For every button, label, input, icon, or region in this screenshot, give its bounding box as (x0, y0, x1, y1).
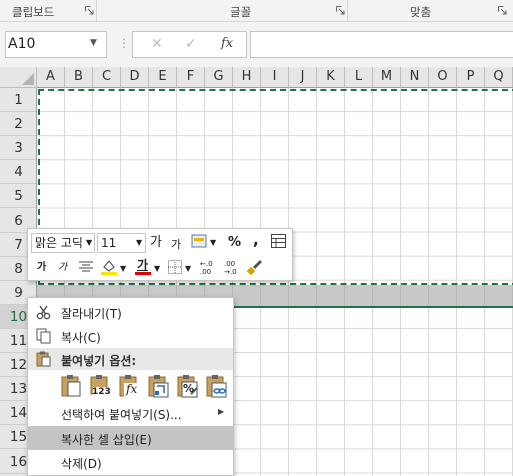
column-header[interactable]: P (457, 67, 485, 87)
paste-values-badge: 123 (92, 387, 111, 397)
paste-options-label: 붙여넣기 옵션: (61, 354, 137, 368)
column-header[interactable]: F (177, 67, 205, 87)
formula-input[interactable] (250, 31, 513, 58)
menu-item-insert-copied-cells[interactable]: 복사한 셀 삽입(E) (28, 426, 233, 450)
font-size-value: 11 (101, 236, 117, 250)
format-table-icon[interactable] (271, 234, 286, 248)
borders-icon[interactable] (168, 260, 182, 274)
paste-values-button[interactable]: 123 (88, 374, 112, 398)
column-header[interactable]: B (65, 67, 93, 87)
column-header[interactable]: M (373, 67, 401, 87)
select-all-triangle-icon (22, 73, 34, 85)
paste-formulas-badge: fx (126, 382, 138, 396)
column-header[interactable]: Q (485, 67, 513, 87)
column-header[interactable]: N (401, 67, 429, 87)
fill-color-icon[interactable] (100, 258, 118, 276)
percent-style-button[interactable]: % (228, 235, 241, 251)
name-box-value: A10 (8, 36, 36, 52)
submenu-arrow-icon: ▶ (218, 407, 225, 416)
mini-toolbar: 맑은 고딕 ▼ 11 ▼ 가 가 ▼ % , 가 가 ▼ 가 ▼ ▼ ←.0 .… (27, 228, 293, 281)
column-header[interactable]: J (289, 67, 317, 87)
menu-item-copy[interactable]: 복사(C) (28, 324, 233, 348)
menu-item-cut[interactable]: 잘라내기(T) (28, 300, 233, 324)
menu-item-delete[interactable]: 삭제(D) (28, 450, 233, 474)
paste-options-header: 붙여넣기 옵션: (28, 348, 233, 370)
column-header[interactable]: G (205, 67, 233, 87)
font-color-glyph: 가 (137, 258, 149, 272)
grow-font-button[interactable]: 가 (150, 235, 162, 251)
paste-transpose-icon (148, 375, 169, 398)
chevron-down-icon[interactable]: ▼ (154, 261, 160, 277)
row-header[interactable]: 4 (0, 160, 36, 185)
copy-icon (36, 328, 51, 344)
column-header[interactable]: C (93, 67, 121, 87)
column-header[interactable]: I (261, 67, 289, 87)
menu-item-label: 선택하여 붙여넣기(S)... (61, 408, 182, 422)
font-color-swatch (135, 272, 151, 275)
paste-icon (61, 375, 81, 397)
row-header[interactable]: 1 (0, 88, 36, 113)
row-header[interactable]: 5 (0, 184, 36, 209)
chevron-down-icon: ▼ (136, 238, 143, 247)
scissors-icon (36, 305, 51, 320)
menu-item-label: 복사한 셀 삽입(E) (61, 433, 152, 447)
chevron-down-icon[interactable]: ▼ (90, 38, 97, 48)
column-headers: ABCDEFGHIJKLMNOPQ (37, 67, 513, 88)
font-size-select[interactable]: 11 ▼ (97, 233, 146, 253)
column-header[interactable]: D (121, 67, 149, 87)
paste-button[interactable] (59, 374, 83, 398)
ribbon-group-clipboard: 클립보드 (0, 0, 97, 21)
column-header[interactable]: H (233, 67, 261, 87)
cell-style-icon[interactable] (191, 234, 207, 248)
row-header[interactable]: 2 (0, 112, 36, 137)
ribbon-group-label: 클립보드 (12, 5, 55, 19)
menu-item-label: 잘라내기(T) (61, 307, 122, 321)
comma-style-button[interactable]: , (253, 232, 259, 248)
shrink-font-button[interactable]: 가 (171, 237, 181, 253)
row-header[interactable]: 3 (0, 136, 36, 161)
italic-button[interactable]: 가 (58, 260, 67, 276)
column-header[interactable]: O (429, 67, 457, 87)
align-center-icon[interactable] (79, 261, 93, 273)
paste-icon (36, 351, 51, 367)
menu-item-label: 삭제(D) (61, 457, 102, 471)
menu-item-label: 복사(C) (61, 331, 101, 345)
decrease-decimal-button[interactable]: .00 →.0 (224, 260, 244, 276)
font-name-select[interactable]: 맑은 고딕 ▼ (31, 233, 95, 253)
ribbon-group-labels: 클립보드 글꼴 맞춤 (0, 0, 513, 22)
dialog-launcher-icon[interactable] (85, 6, 94, 15)
bold-button[interactable]: 가 (37, 260, 46, 276)
paste-link-button[interactable] (204, 374, 228, 398)
enter-icon[interactable]: ✓ (185, 36, 197, 52)
cancel-icon[interactable]: ✕ (151, 36, 163, 52)
chevron-down-icon[interactable]: ▼ (120, 261, 126, 277)
dialog-launcher-icon[interactable] (336, 6, 345, 15)
ribbon-group-label: 글꼴 (230, 5, 252, 19)
paste-formatting-button[interactable]: % (175, 374, 199, 398)
insert-function-button[interactable]: fx (221, 36, 233, 51)
dialog-launcher-icon[interactable] (498, 6, 507, 15)
increase-decimal-button[interactable]: ←.0 .00 (200, 260, 220, 276)
font-color-button[interactable]: 가 (134, 257, 152, 277)
chevron-down-icon[interactable]: ▼ (210, 235, 216, 251)
paste-link-icon (206, 375, 227, 398)
column-header[interactable]: E (149, 67, 177, 87)
formula-buttons: ✕ ✓ fx (132, 31, 247, 58)
column-header[interactable]: A (37, 67, 65, 87)
column-header[interactable]: L (345, 67, 373, 87)
column-header[interactable]: K (317, 67, 345, 87)
format-painter-icon[interactable] (246, 258, 264, 276)
chevron-down-icon[interactable]: ▼ (185, 261, 191, 277)
paste-formulas-button[interactable]: fx (117, 374, 141, 398)
select-all-corner[interactable] (0, 67, 37, 88)
menu-item-paste-special[interactable]: 선택하여 붙여넣기(S)... ▶ (28, 401, 233, 425)
ribbon-group-font: 글꼴 (97, 0, 348, 21)
ribbon-group-label: 맞춤 (410, 5, 432, 19)
paste-transpose-button[interactable] (146, 374, 170, 398)
paste-formatting-badge: % (183, 382, 195, 395)
ribbon-group-alignment: 맞춤 (348, 0, 513, 21)
chevron-down-icon: ▼ (86, 238, 93, 247)
font-name-value: 맑은 고딕 (35, 236, 83, 250)
more-dots-icon: ⋮ (118, 36, 130, 50)
